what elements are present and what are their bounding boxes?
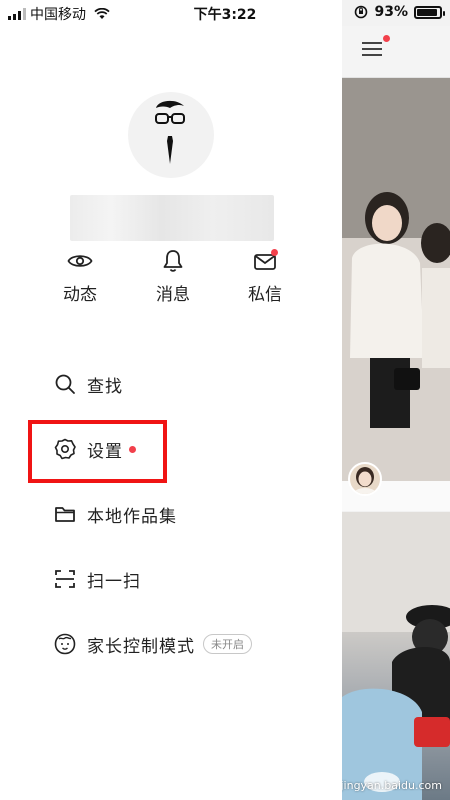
battery-fill [417,8,438,16]
scan-icon [52,566,78,592]
avatar[interactable] [348,462,382,496]
notification-dot [383,35,390,42]
photo-figures-illustration [342,78,450,481]
quick-actions: 动态 消息 私信 [0,248,342,308]
folder-icon [52,501,78,527]
status-bar: 中国移动 下午3:22 93% [0,0,450,26]
battery-icon [414,5,445,19]
battery-percent: 93% [374,4,408,20]
photo-figures-illustration [342,512,450,800]
avatar[interactable] [128,92,214,178]
search-icon [52,371,78,397]
username-blurred [70,195,274,241]
orientation-lock-icon [355,5,368,19]
hamburger-menu-icon[interactable] [360,35,390,64]
status-badge: 未开启 [203,634,252,654]
notification-dot [271,249,278,256]
bell-icon [163,250,183,272]
annotation-highlight-box [28,420,167,483]
eye-icon [67,255,93,267]
menu-item-local-works[interactable]: 本地作品集 [52,498,177,530]
quick-item-label: 私信 [248,285,282,305]
face-icon [52,631,78,657]
menu-item-scan[interactable]: 扫一扫 [52,563,141,595]
quick-item-label: 动态 [63,285,97,305]
quick-item-dynamics[interactable]: 动态 [50,248,110,305]
status-right: 93% [354,4,445,20]
feed-header [342,26,450,78]
quick-item-label: 消息 [156,285,190,305]
quick-item-private-messages[interactable]: 私信 [235,248,295,305]
side-drawer: 动态 消息 私信 查找 设置 本地作品集 扫一扫 家长控制模式 未开启 [0,0,342,800]
menu-item-label: 扫一扫 [87,571,141,592]
background-feed: jingyan.baidu.com [342,0,450,800]
feed-thumbnail[interactable] [342,78,450,481]
menu-item-label: 家长控制模式 [87,636,195,657]
avatar-glasses-tie-icon [155,100,185,164]
menu-item-label: 本地作品集 [87,506,177,527]
quick-item-messages[interactable]: 消息 [143,248,203,305]
feed-thumbnail[interactable]: jingyan.baidu.com [342,512,450,800]
menu-item-parental-control[interactable]: 家长控制模式 未开启 [52,628,252,660]
menu-item-label: 查找 [87,376,123,397]
watermark-text: jingyan.baidu.com [342,779,442,792]
menu-item-search[interactable]: 查找 [52,368,123,400]
